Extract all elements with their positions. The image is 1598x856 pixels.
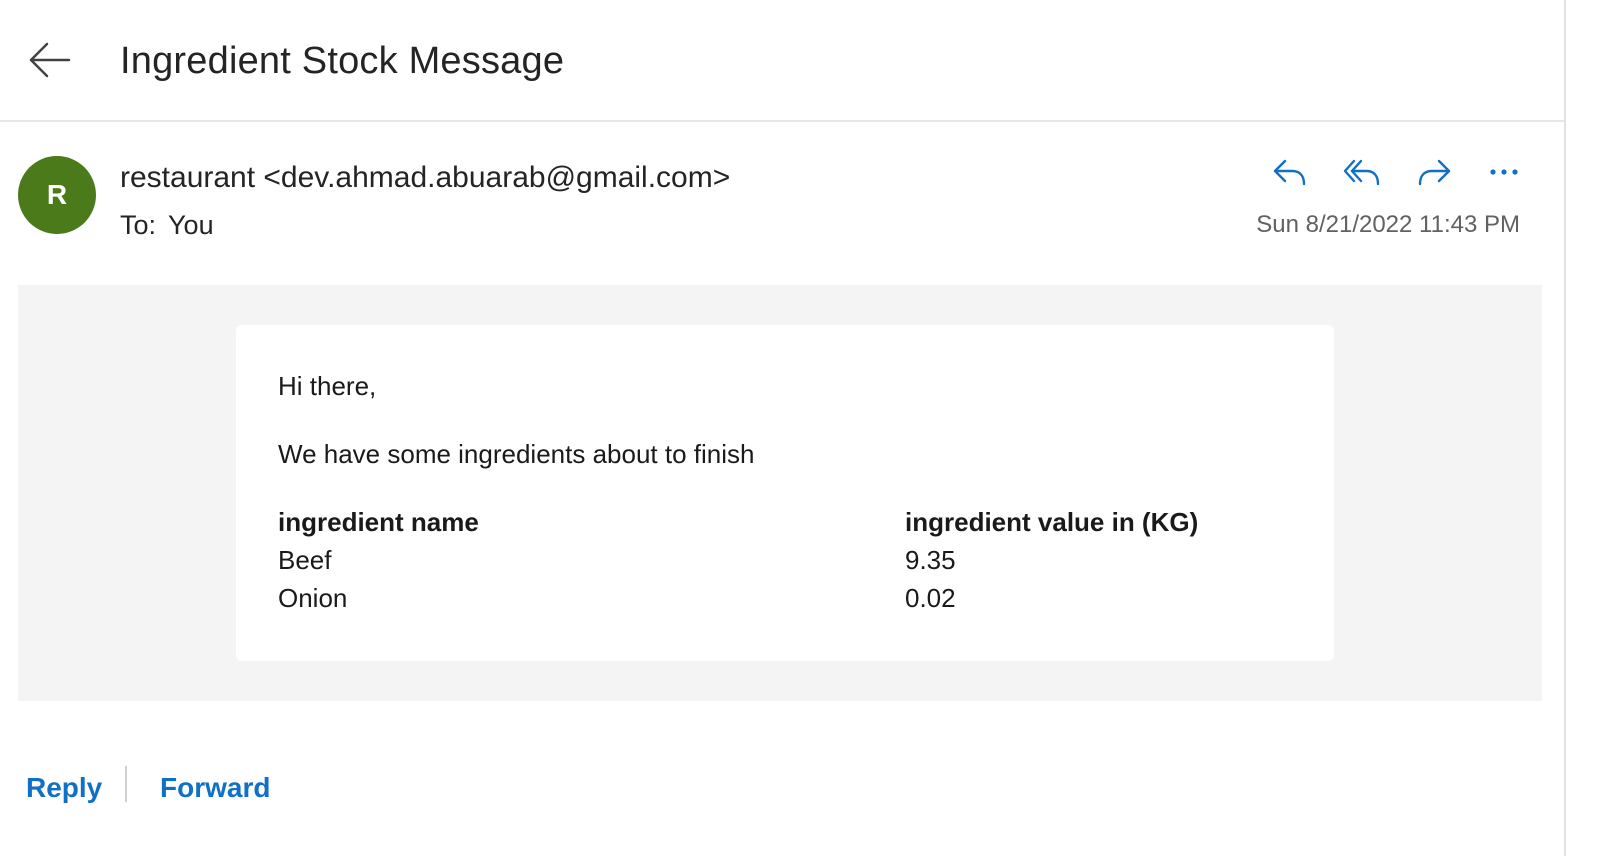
sender-name[interactable]: restaurant <dev.ahmad.abuarab@gmail.com> — [120, 158, 730, 198]
recipients-line: To: You — [120, 206, 214, 244]
to-label: To: — [120, 210, 157, 240]
greeting-text: Hi there, — [278, 371, 377, 401]
sender-avatar[interactable]: R — [18, 156, 96, 234]
recipient-name[interactable]: You — [168, 210, 214, 240]
forward-icon — [1418, 159, 1451, 186]
more-options-button[interactable] — [1480, 150, 1528, 194]
reply-all-button[interactable] — [1338, 150, 1386, 194]
table-row: Beef 9.35 — [278, 541, 1265, 579]
forward-button[interactable] — [1410, 150, 1458, 194]
ingredient-value-cell: 9.35 — [905, 545, 956, 575]
table-row: Onion 0.02 — [278, 579, 1265, 617]
message-body: Hi there, We have some ingredients about… — [18, 285, 1542, 701]
intro-text: We have some ingredients about to finish — [278, 439, 755, 469]
message-subject: Ingredient Stock Message — [120, 40, 565, 82]
column-header: ingredient value in (KG) — [905, 507, 1199, 537]
message-card: Hi there, We have some ingredients about… — [236, 325, 1334, 661]
ingredients-table: ingredient name ingredient value in (KG)… — [278, 503, 1265, 617]
message-timestamp: Sun 8/21/2022 11:43 PM — [1256, 211, 1520, 238]
reply-all-icon — [1343, 159, 1380, 186]
arrow-left-icon — [29, 42, 71, 78]
message-actions — [1266, 150, 1538, 194]
reply-button[interactable] — [1266, 150, 1314, 194]
more-options-icon — [1490, 169, 1518, 175]
column-header: ingredient name — [278, 507, 479, 537]
reading-pane: Ingredient Stock Message R restaurant <d… — [0, 0, 1566, 856]
footer-forward-button[interactable]: Forward — [160, 768, 270, 808]
ingredient-name-cell: Onion — [278, 583, 348, 613]
ingredient-value-cell: 0.02 — [905, 583, 956, 613]
ingredient-name-cell: Beef — [278, 545, 332, 575]
reply-icon — [1273, 159, 1306, 186]
footer-divider — [125, 766, 127, 802]
message-header: Ingredient Stock Message — [0, 0, 1564, 122]
table-header-row: ingredient name ingredient value in (KG) — [278, 503, 1265, 541]
back-button[interactable] — [20, 32, 78, 88]
footer-reply-button[interactable]: Reply — [26, 768, 102, 808]
